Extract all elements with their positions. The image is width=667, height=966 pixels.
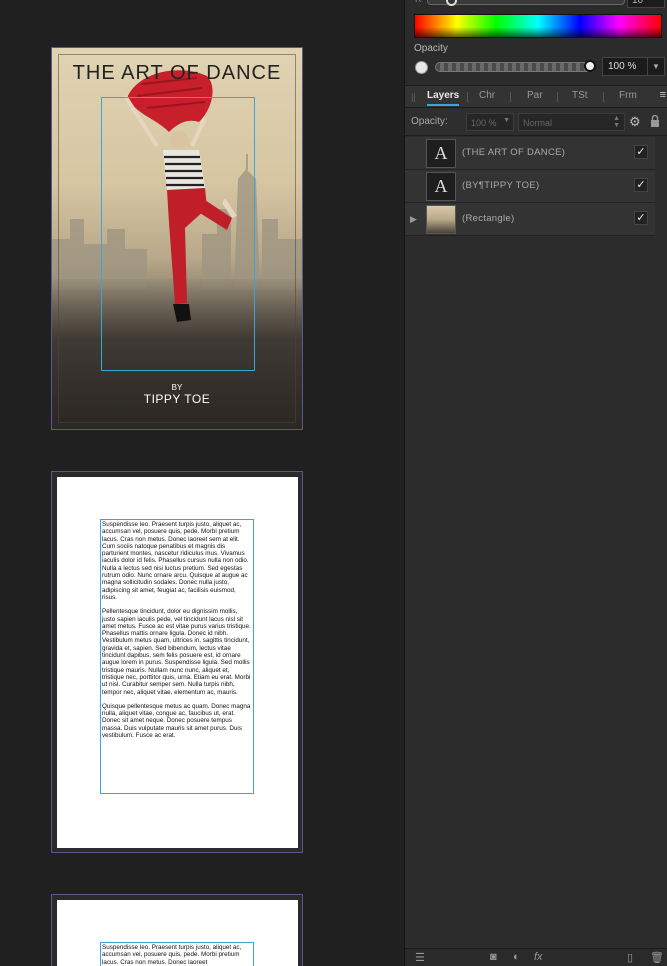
page-paper: Suspendisse leo. Praesent turpis justo, … [57,900,298,966]
visibility-checkbox[interactable]: ✓ [634,178,648,192]
gear-icon[interactable]: ⚙ [629,114,641,130]
layer-row[interactable]: ▶ (Rectangle) ✓ [405,203,655,236]
add-layer-icon[interactable]: ▯ [627,951,633,964]
color-spectrum[interactable] [414,14,662,38]
fx-icon[interactable]: fx [534,951,543,963]
paragraph: Suspendisse leo. Praesent turpis justo, … [102,521,249,601]
tab-divider [603,92,604,102]
cover-page[interactable]: THE ART OF DANCE BY TIPPY TOE [51,47,303,430]
opacity-label: Opacity [414,43,448,54]
opacity-slider[interactable] [435,60,596,72]
tab-text-styles[interactable]: TSt [572,90,588,101]
opacity-swatch[interactable] [415,61,428,74]
text-frame[interactable]: Suspendisse leo. Praesent turpis justo, … [100,519,254,794]
panel-menu-icon[interactable]: ≡ [660,89,666,101]
paragraph: Suspendisse leo. Praesent turpis justo, … [102,944,242,966]
opacity-value-field[interactable]: 100 % ▼ [602,57,665,76]
selection-frame[interactable] [101,97,255,371]
image-layer-thumbnail [426,205,456,234]
chevron-down-icon[interactable]: ▼ [503,117,510,124]
layers-bottom-toolbar: ☰ ◙ ◐ fx ▯ 🗑 [405,948,667,966]
tab-divider [557,92,558,102]
page-paper: Suspendisse leo. Praesent turpis justo, … [57,477,298,848]
trash-icon[interactable]: 🗑 [650,951,664,964]
layer-name[interactable]: (THE ART OF DANCE) [462,147,565,158]
layer-opacity-label: Opacity: [411,116,448,127]
channel-slider[interactable] [427,0,625,6]
layer-name[interactable]: (Rectangle) [462,213,514,224]
updown-chevron-icon[interactable]: ▲ ▼ [613,115,620,129]
layer-options-bar: Opacity: 100 % ▼ Normal ▲ ▼ ⚙ [405,108,667,136]
cover-author[interactable]: TIPPY TOE [52,392,302,406]
layer-opacity-value: 100 % [471,118,497,128]
cover-by-label[interactable]: BY [52,383,302,392]
text-frame[interactable]: Suspendisse leo. Praesent turpis justo, … [100,942,254,966]
visibility-checkbox[interactable]: ✓ [634,145,648,159]
expand-arrow-icon[interactable]: ▶ [410,214,417,225]
tab-frame[interactable]: Frm [619,90,637,101]
text-layer-icon: A [426,172,456,201]
layers-stack-icon[interactable]: ☰ [415,951,425,964]
studio-panel: R 10 Opacity 100 % ▼ || Layers Chr Par T… [404,0,667,966]
tab-divider [467,92,468,102]
layers-scrollbar[interactable] [655,137,667,947]
opacity-value: 100 % [608,61,637,72]
channel-value-field[interactable]: 10 [627,0,665,8]
cover-title[interactable]: THE ART OF DANCE [52,62,302,85]
lock-icon[interactable] [650,115,660,127]
blend-mode-select[interactable]: Normal ▲ ▼ [518,113,625,131]
opacity-slider-knob[interactable] [584,60,596,72]
tab-layers[interactable]: Layers [427,90,460,106]
channel-label: R [415,0,422,4]
mask-layer-icon[interactable]: ◙ [490,951,497,963]
text-layer-icon: A [426,139,456,168]
color-panel: R 10 Opacity 100 % ▼ [405,0,667,84]
layers-list: A (THE ART OF DANCE) ✓ A (BY¶TIPPY TOE) … [405,137,655,236]
chevron-down-icon[interactable]: ▼ [647,58,664,75]
text-page[interactable]: Suspendisse leo. Praesent turpis justo, … [51,894,303,966]
paragraph: Pellentesque tincidunt, dolor eu digniss… [102,608,251,696]
document-canvas[interactable]: THE ART OF DANCE BY TIPPY TOE Suspendiss… [0,0,404,966]
grip-icon[interactable]: || [411,92,416,102]
text-page[interactable]: Suspendisse leo. Praesent turpis justo, … [51,471,303,853]
cover-image[interactable]: THE ART OF DANCE BY TIPPY TOE [52,48,302,429]
blend-mode-value: Normal [523,118,553,128]
layer-opacity-field[interactable]: 100 % ▼ [466,113,514,131]
tab-divider [510,92,511,102]
layer-name[interactable]: (BY¶TIPPY TOE) [462,180,539,191]
tab-paragraph[interactable]: Par [527,90,543,101]
layer-row[interactable]: A (BY¶TIPPY TOE) ✓ [405,170,655,203]
slider-knob[interactable] [446,0,457,6]
adjustment-icon[interactable]: ◐ [513,951,520,963]
panel-tabs: || Layers Chr Par TSt Frm ≡ [405,85,667,108]
paragraph: Quisque pellentesque metus ac quam. Done… [102,702,251,740]
tab-character[interactable]: Chr [479,90,495,101]
visibility-checkbox[interactable]: ✓ [634,211,648,225]
layer-row[interactable]: A (THE ART OF DANCE) ✓ [405,137,655,170]
